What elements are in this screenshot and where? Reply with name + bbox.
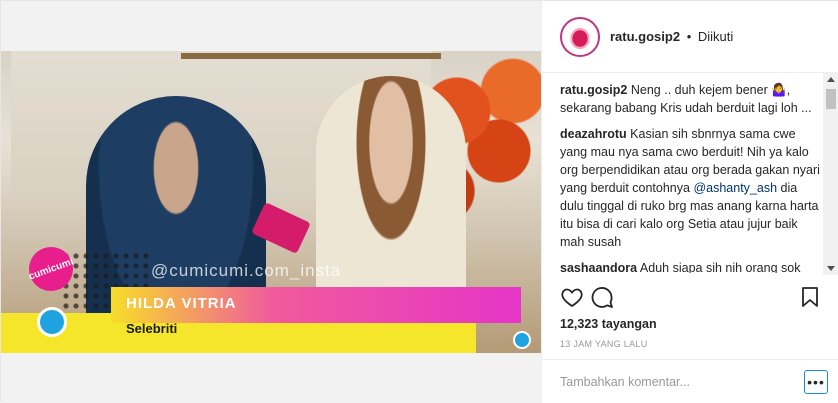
avatar[interactable] — [560, 16, 600, 57]
comments-scrollbar[interactable] — [823, 73, 838, 275]
bookmark-icon[interactable] — [798, 285, 822, 309]
comment-mention-link[interactable]: @ashanty_ash — [693, 181, 777, 195]
instagram-post: @cumicumi.com_insta HILDA VITRIA Selebri… — [0, 0, 838, 403]
comment-item: deazahrotu Kasian sih sbnrnya sama cwe y… — [560, 125, 824, 251]
header-text: ratu.gosip2 • Diikuti — [610, 29, 733, 44]
media-area: @cumicumi.com_insta HILDA VITRIA Selebri… — [1, 1, 541, 403]
video-player[interactable]: @cumicumi.com_insta HILDA VITRIA Selebri… — [1, 51, 541, 353]
video-watermark: @cumicumi.com_insta — [151, 261, 342, 280]
scroll-thumb[interactable] — [826, 89, 836, 109]
comment-input[interactable] — [560, 373, 780, 391]
post-sidebar: ratu.gosip2 • Diikuti ratu.gosip2 Neng .… — [541, 1, 838, 403]
comment-username[interactable]: ratu.gosip2 — [560, 83, 627, 97]
comment-item: ratu.gosip2 Neng .. duh kejem bener 🤷‍♀️… — [560, 81, 824, 117]
corner-logo-icon — [513, 331, 531, 349]
header-separator: • — [686, 29, 692, 44]
video-name-text: HILDA VITRIA — [126, 295, 237, 312]
add-comment-section: ••• — [542, 359, 838, 403]
comment-icon[interactable] — [590, 285, 614, 309]
comments-list: ratu.gosip2 Neng .. duh kejem bener 🤷‍♀️… — [560, 81, 824, 273]
follow-status-button[interactable]: Diikuti — [698, 29, 733, 44]
comment-username[interactable]: sashaandora — [560, 261, 637, 273]
comment-item: sashaandora Aduh siapa sih nih orang sok… — [560, 259, 824, 273]
eye-logo-icon — [37, 307, 67, 337]
heart-icon[interactable] — [560, 285, 584, 309]
action-bar — [560, 285, 822, 311]
post-header: ratu.gosip2 • Diikuti — [542, 1, 838, 73]
view-count[interactable]: 12,323 tayangan — [560, 317, 657, 331]
scroll-down-arrow-icon[interactable] — [827, 266, 835, 271]
post-timestamp[interactable]: 13 JAM YANG LALU — [560, 339, 648, 349]
scroll-up-arrow-icon[interactable] — [827, 77, 835, 82]
lips-avatar-icon — [565, 21, 595, 52]
comment-username[interactable]: deazahrotu — [560, 127, 627, 141]
header-username[interactable]: ratu.gosip2 — [610, 29, 680, 44]
more-options-button[interactable]: ••• — [804, 370, 828, 394]
video-role-text: Selebriti — [126, 321, 178, 336]
